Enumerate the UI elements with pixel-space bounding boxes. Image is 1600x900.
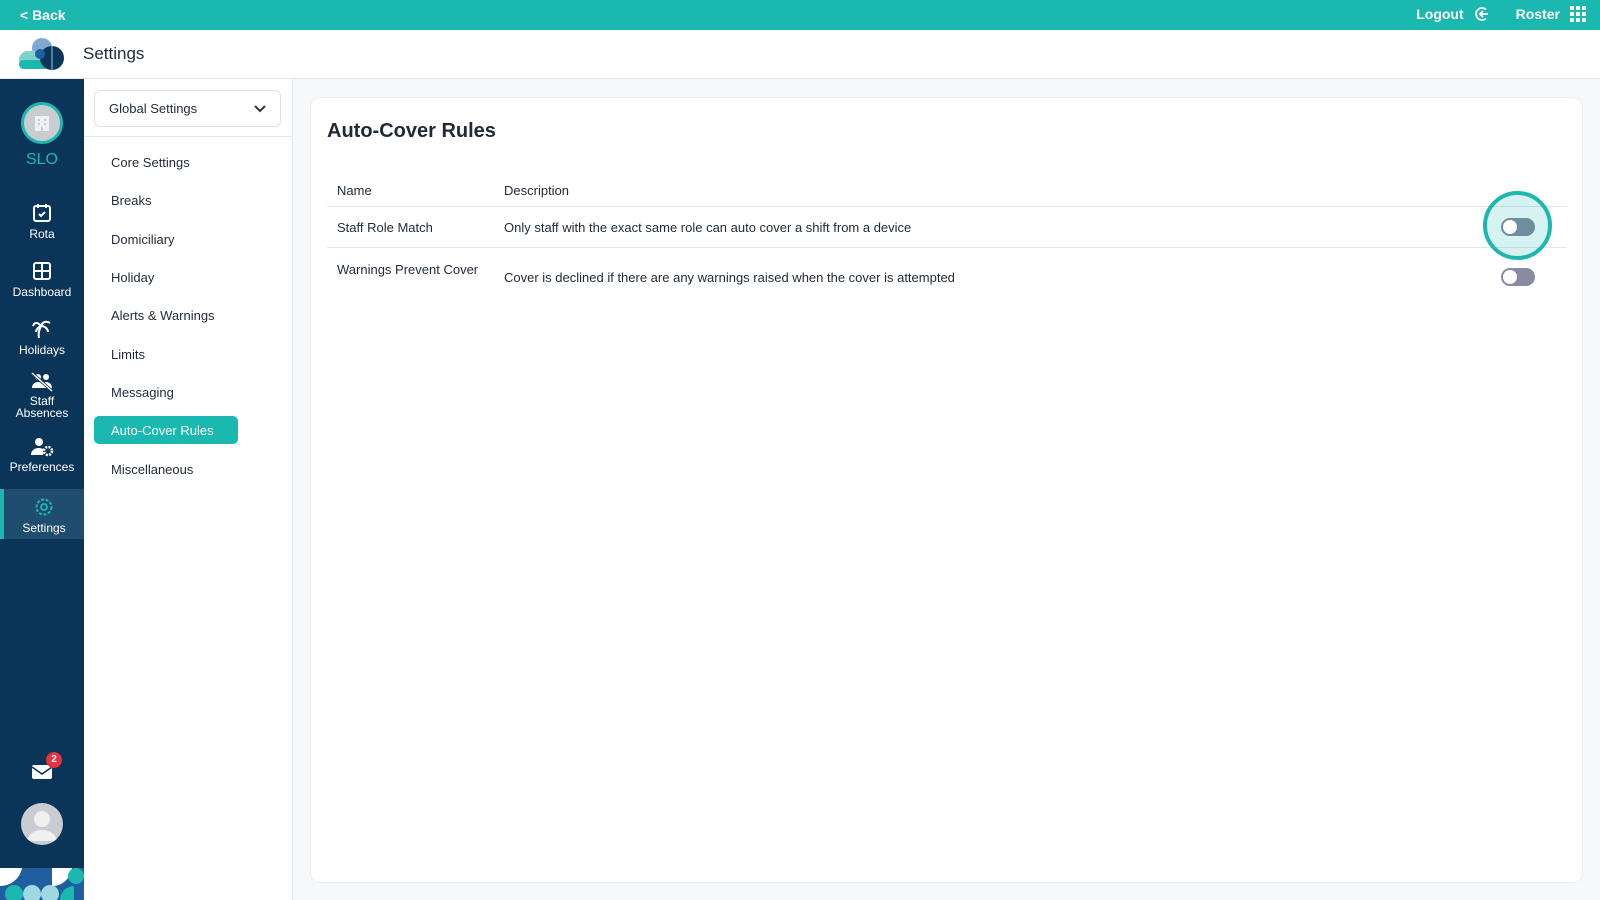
subnav-limits[interactable]: Limits xyxy=(94,340,238,368)
subnav-holiday[interactable]: Holiday xyxy=(94,263,238,291)
rule-toggle[interactable] xyxy=(1501,268,1535,286)
rule-toggle[interactable] xyxy=(1501,218,1535,236)
decorative-pattern xyxy=(0,868,84,900)
rule-description: Only staff with the exact same role can … xyxy=(504,220,912,235)
org-code: SLO xyxy=(25,151,58,168)
subnav-miscellaneous[interactable]: Miscellaneous xyxy=(94,455,238,483)
rule-name: Staff Role Match xyxy=(337,220,433,235)
dashboard-icon xyxy=(33,262,51,280)
org-avatar[interactable] xyxy=(21,102,63,144)
table-row: Warnings Prevent Cover Cover is declined… xyxy=(327,248,1567,300)
staff-absent-icon xyxy=(30,372,54,392)
nav-staff-absences[interactable]: Staff Absences xyxy=(0,372,84,419)
calendar-check-icon xyxy=(33,204,51,222)
subnav-domiciliary[interactable]: Domiciliary xyxy=(94,225,238,253)
subnav-core-settings[interactable]: Core Settings xyxy=(94,148,238,176)
subnav-messaging[interactable]: Messaging xyxy=(94,378,238,406)
nav-label: Holidays xyxy=(18,343,66,357)
gear-icon xyxy=(35,498,53,516)
nav-label: Settings xyxy=(22,521,66,535)
top-bar: < Back Logout Roster xyxy=(0,0,1600,30)
building-icon xyxy=(35,116,49,131)
nav-rota[interactable]: Rota xyxy=(0,202,84,241)
palm-tree-icon xyxy=(32,320,51,339)
settings-scope-dropdown[interactable]: Global Settings xyxy=(94,90,281,127)
dropdown-value: Global Settings xyxy=(109,101,198,116)
chevron-down-icon xyxy=(254,105,266,113)
rules-card: Auto-Cover Rules Name Description Staff … xyxy=(310,97,1583,883)
rule-name: Warnings Prevent Cover xyxy=(337,262,479,277)
nav-label: Staff Absences xyxy=(15,394,69,420)
main-content: Auto-Cover Rules Name Description Staff … xyxy=(293,79,1600,900)
table-row: Staff Role Match Only staff with the exa… xyxy=(327,191,1567,260)
page-title: Settings xyxy=(83,44,145,63)
divider xyxy=(84,136,292,137)
rules-table: Name Description Staff Role Match Only s… xyxy=(327,174,1567,300)
column-header-name: Name xyxy=(337,183,372,198)
app-logo xyxy=(19,38,64,70)
user-avatar[interactable] xyxy=(21,803,63,845)
main-sidebar: SLO Rota Dashboard Holidays Staff Absenc… xyxy=(0,79,84,900)
nav-label: Preferences xyxy=(9,460,75,474)
nav-label: Dashboard xyxy=(12,285,72,299)
mail-badge: 2 xyxy=(46,752,62,768)
section-title: Auto-Cover Rules xyxy=(327,120,496,142)
subnav-alerts-warnings[interactable]: Alerts & Warnings xyxy=(94,301,238,329)
apps-grid-icon[interactable] xyxy=(1570,6,1586,22)
user-cog-icon xyxy=(31,438,54,457)
table-header: Name Description xyxy=(327,174,1567,207)
nav-label: Rota xyxy=(29,227,55,241)
subnav-breaks[interactable]: Breaks xyxy=(94,186,238,214)
nav-dashboard[interactable]: Dashboard xyxy=(0,260,84,299)
nav-preferences[interactable]: Preferences xyxy=(0,437,84,474)
rule-description: Cover is declined if there are any warni… xyxy=(504,270,955,285)
settings-subnav: Global Settings Core Settings Breaks Dom… xyxy=(84,79,293,900)
logout-icon[interactable] xyxy=(1474,6,1490,22)
subnav-auto-cover-rules[interactable]: Auto-Cover Rules xyxy=(94,416,238,444)
back-link[interactable]: < Back xyxy=(20,7,66,23)
user-icon xyxy=(27,811,57,841)
roster-link[interactable]: Roster xyxy=(1516,6,1560,22)
nav-holidays[interactable]: Holidays xyxy=(0,318,84,357)
logout-link[interactable]: Logout xyxy=(1416,6,1463,22)
column-header-description: Description xyxy=(504,183,570,198)
nav-settings[interactable]: Settings xyxy=(0,489,84,539)
page-header: Settings xyxy=(0,30,1600,79)
